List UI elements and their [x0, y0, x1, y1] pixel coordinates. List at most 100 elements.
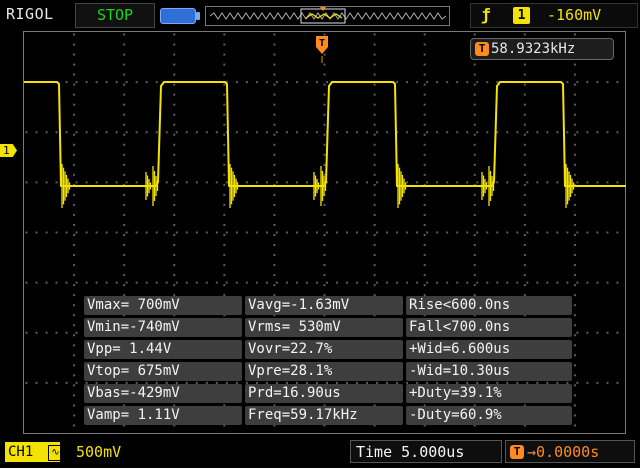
grid-dot — [576, 381, 579, 384]
grid-dot — [423, 103, 426, 106]
grid-dot — [366, 281, 369, 284]
grid-dot — [416, 231, 419, 234]
grid-dot — [73, 103, 76, 106]
grid-dot — [73, 203, 76, 206]
grid-dot — [73, 33, 76, 36]
grid-dot — [473, 93, 476, 96]
grid-dot — [25, 181, 28, 184]
grid-dot — [606, 331, 609, 334]
grid-dot — [523, 173, 526, 176]
grid-dot — [173, 264, 176, 267]
grid-dot — [223, 223, 226, 226]
ch1-label[interactable]: CH1 ∿ — [5, 442, 63, 462]
grid-dot — [416, 181, 419, 184]
grid-dot — [323, 123, 326, 126]
grid-dot — [105, 231, 108, 234]
trigger-offset-readout[interactable]: T →0.0000s — [505, 440, 635, 463]
grid-dot — [373, 63, 376, 66]
grid-dot — [523, 83, 526, 86]
grid-dot — [273, 113, 276, 116]
grid-dot — [123, 93, 126, 96]
grid-dot — [506, 281, 509, 284]
grid-dot — [73, 324, 76, 327]
grid-dot — [366, 131, 369, 134]
grid-dot — [73, 394, 76, 397]
grid-dot — [55, 131, 58, 134]
grid-dot — [586, 231, 589, 234]
grid-dot — [145, 131, 148, 134]
grid-dot — [473, 274, 476, 277]
grid-dot — [275, 181, 278, 184]
measurement-cell: Rise<600.0ns — [406, 296, 572, 315]
ch1-volts-per-div[interactable]: 500mV — [76, 442, 121, 462]
grid-dot — [305, 131, 308, 134]
grid-dot — [65, 331, 68, 334]
grid-dot — [123, 213, 126, 216]
grid-dot — [73, 364, 76, 367]
grid-dot — [523, 183, 526, 186]
grid-dot — [386, 131, 389, 134]
grid-dot — [223, 43, 226, 46]
grid-dot — [223, 53, 226, 56]
grid-dot — [73, 234, 76, 236]
grid-dot — [285, 81, 288, 84]
grid-dot — [223, 284, 226, 287]
grid-dot — [125, 281, 128, 284]
grid-dot — [473, 264, 476, 267]
grid-dot — [356, 281, 359, 284]
grid-dot — [373, 203, 376, 206]
grid-dot — [225, 231, 228, 234]
grid-dot — [223, 103, 226, 106]
trigger-position-marker[interactable]: T — [315, 32, 329, 56]
grid-dot — [223, 93, 226, 96]
grid-dot — [65, 131, 68, 134]
grid-dot — [323, 133, 326, 136]
grid-dot — [423, 123, 426, 126]
grid-dot — [523, 274, 526, 277]
grid-dot — [573, 294, 576, 297]
grid-dot — [473, 133, 476, 136]
grid-dot — [523, 93, 526, 96]
grid-dot — [173, 83, 176, 86]
grid-dot — [73, 274, 76, 277]
grid-dot — [523, 193, 526, 196]
grid-dot — [35, 281, 38, 284]
grid-dot — [25, 231, 28, 234]
grid-dot — [125, 181, 128, 184]
grid-dot — [576, 231, 579, 234]
grid-dot — [523, 63, 526, 66]
grid-dot — [473, 203, 476, 206]
grid-dot — [285, 181, 288, 184]
grid-dot — [123, 223, 126, 226]
ac-coupling-icon: ∿ — [48, 445, 63, 461]
grid-dot — [323, 244, 326, 247]
grid-dot — [546, 131, 549, 134]
grid-dot — [205, 281, 208, 284]
grid-dot — [223, 203, 226, 206]
grid-dot — [373, 103, 376, 106]
grid-dot — [573, 143, 576, 146]
grid-dot — [123, 284, 126, 287]
grid-dot — [323, 103, 326, 106]
grid-dot — [323, 223, 326, 226]
grid-dot — [516, 231, 519, 234]
grid-dot — [426, 181, 429, 184]
grid-dot — [173, 73, 176, 76]
grid-dot — [586, 281, 589, 284]
grid-dot — [85, 131, 88, 134]
grid-dot — [245, 231, 248, 234]
grid-dot — [73, 43, 76, 46]
grid-dot — [123, 264, 126, 267]
grid-dot — [556, 181, 559, 184]
grid-dot — [315, 231, 318, 234]
trigger-position-label: T — [319, 38, 325, 49]
grid-dot — [255, 131, 258, 134]
grid-dot — [546, 181, 549, 184]
grid-dot — [446, 281, 449, 284]
grid-dot — [75, 281, 78, 284]
measurement-cell: Vrms= 530mV — [245, 318, 403, 337]
grid-dot — [466, 181, 469, 184]
timebase-readout[interactable]: Time 5.000us — [350, 440, 502, 463]
grid-dot — [305, 281, 308, 284]
grid-dot — [315, 131, 318, 134]
